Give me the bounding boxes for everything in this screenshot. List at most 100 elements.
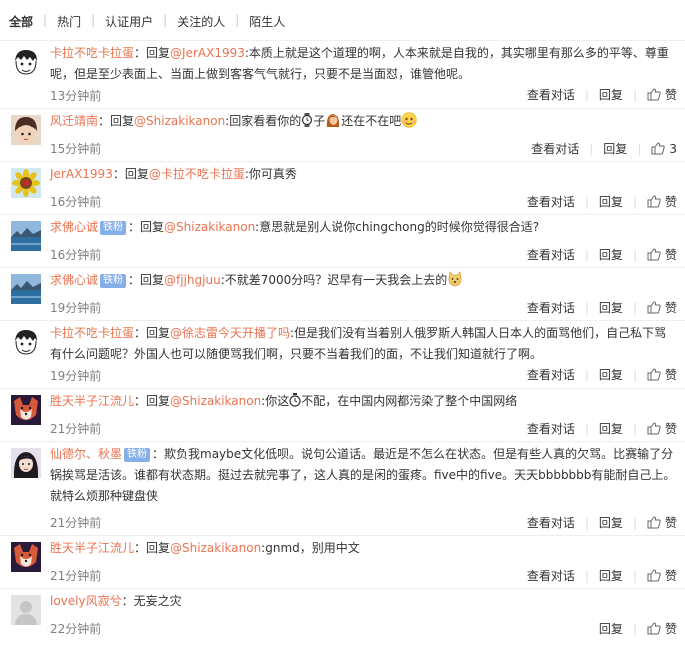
- comment-time: 19分钟前: [50, 369, 102, 383]
- thumbs-up-icon: [647, 195, 661, 208]
- view-conversation-link[interactable]: 查看对话: [527, 193, 575, 210]
- view-conversation-link[interactable]: 查看对话: [527, 86, 575, 103]
- reply-button[interactable]: 回复: [599, 193, 623, 210]
- comment-author[interactable]: 求佛心诚: [50, 273, 98, 287]
- like-button[interactable]: 赞: [647, 246, 677, 263]
- tab-strangers[interactable]: 陌生人: [249, 13, 285, 30]
- avatar[interactable]: [11, 542, 41, 572]
- action-divider: |: [584, 568, 589, 583]
- reply-button[interactable]: 回复: [599, 514, 623, 531]
- comment-time: 13分钟前: [50, 89, 102, 103]
- thumbs-up-icon: [647, 368, 661, 381]
- view-conversation-link[interactable]: 查看对话: [527, 420, 575, 437]
- mention-link[interactable]: @Shizakikanon: [134, 114, 225, 128]
- iron-fan-badge: 铁粉: [100, 221, 127, 235]
- view-conversation-link[interactable]: 查看对话: [527, 246, 575, 263]
- like-button[interactable]: 赞: [647, 193, 677, 210]
- reply-prefix: ：回复: [134, 541, 171, 555]
- like-button[interactable]: 赞: [647, 420, 677, 437]
- avatar[interactable]: [11, 168, 41, 198]
- reply-button[interactable]: 回复: [599, 86, 623, 103]
- action-divider: |: [637, 141, 642, 156]
- tab-divider: |: [91, 13, 96, 27]
- mention-link[interactable]: @Shizakikanon: [164, 220, 255, 234]
- comment-author[interactable]: 卡拉不吃卡拉蛋: [50, 46, 134, 60]
- comment-body: 还在不在吧: [341, 114, 402, 128]
- comment-author[interactable]: 风迁靖南: [50, 114, 98, 128]
- reply-button[interactable]: 回复: [599, 299, 623, 316]
- tab-following[interactable]: 关注的人: [177, 13, 225, 30]
- view-conversation-link[interactable]: 查看对话: [527, 514, 575, 531]
- comment-filter-tabs: 全部 | 热门 | 认证用户 | 关注的人 | 陌生人: [0, 0, 685, 40]
- reply-button[interactable]: 回复: [599, 620, 623, 637]
- action-divider: |: [584, 421, 589, 436]
- tab-verified-users[interactable]: 认证用户: [105, 13, 153, 30]
- like-button[interactable]: 赞: [647, 299, 677, 316]
- comment-author[interactable]: 胜天半子江流儿: [50, 541, 134, 555]
- reply-prefix: ：回复: [134, 394, 171, 408]
- comment-list: 卡拉不吃卡拉蛋：回复@JerAX1993:本质上就是这个道理的啊，人本来就是自我…: [0, 40, 685, 640]
- comment-author[interactable]: 卡拉不吃卡拉蛋: [50, 326, 134, 340]
- avatar[interactable]: [11, 47, 41, 77]
- action-divider: |: [584, 300, 589, 315]
- view-conversation-link[interactable]: 查看对话: [527, 299, 575, 316]
- action-divider: |: [632, 515, 637, 530]
- view-conversation-link[interactable]: 查看对话: [527, 567, 575, 584]
- view-conversation-link[interactable]: 查看对话: [531, 140, 579, 157]
- like-button[interactable]: 赞: [647, 620, 677, 637]
- tab-hot[interactable]: 热门: [57, 13, 81, 30]
- reply-prefix: ：回复: [128, 220, 165, 234]
- comment-time: 15分钟前: [50, 142, 102, 156]
- comment-body: :你这: [261, 394, 290, 408]
- comment-author[interactable]: 仙德尔、秋墨: [50, 447, 122, 461]
- comment-actions: 回复 | 赞: [599, 620, 677, 637]
- comment-actions: 查看对话 | 回复 | 3: [531, 140, 677, 157]
- action-divider: |: [632, 87, 637, 102]
- reply-button[interactable]: 回复: [603, 140, 627, 157]
- thumbs-up-icon: [647, 516, 661, 529]
- mention-link[interactable]: @fjjhgjuu: [164, 273, 221, 287]
- reply-button[interactable]: 回复: [599, 366, 623, 383]
- doge-emoji-icon: [448, 271, 462, 287]
- avatar[interactable]: [11, 221, 41, 251]
- mention-link[interactable]: @Shizakikanon: [170, 394, 261, 408]
- avatar[interactable]: [11, 327, 41, 357]
- action-divider: |: [584, 247, 589, 262]
- like-button[interactable]: 3: [651, 141, 677, 156]
- reply-button[interactable]: 回复: [599, 246, 623, 263]
- reply-button[interactable]: 回复: [599, 420, 623, 437]
- view-conversation-link[interactable]: 查看对话: [527, 366, 575, 383]
- comment-time: 16分钟前: [50, 248, 102, 262]
- tab-divider: |: [235, 13, 240, 27]
- comment-text: 仙德尔、秋墨 铁粉 ：欺负我maybe文化低呗。说句公道话。最近是不怎么在状态。但是…: [50, 444, 677, 507]
- mention-link[interactable]: @Shizakikanon: [170, 541, 261, 555]
- comment-item: lovely风寂兮：无妄之灾 22分钟前 回复 | 赞: [0, 588, 685, 640]
- avatar[interactable]: [11, 274, 41, 304]
- action-divider: |: [584, 194, 589, 209]
- mention-link[interactable]: @JerAX1993: [170, 46, 245, 60]
- comment-author[interactable]: 求佛心诚: [50, 220, 98, 234]
- avatar[interactable]: [11, 395, 41, 425]
- comment-item: 卡拉不吃卡拉蛋：回复@JerAX1993:本质上就是这个道理的啊，人本来就是自我…: [0, 40, 685, 108]
- comment-actions: 查看对话 | 回复 | 赞: [527, 299, 677, 316]
- avatar[interactable]: [11, 595, 41, 625]
- comment-item: 求佛心诚 铁粉 ：回复@Shizakikanon:意思就是别人说你chingchon…: [0, 214, 685, 267]
- avatar[interactable]: [11, 115, 41, 145]
- like-button[interactable]: 赞: [647, 86, 677, 103]
- comment-item: 仙德尔、秋墨 铁粉 ：欺负我maybe文化低呗。说句公道话。最近是不怎么在状态。但是…: [0, 441, 685, 535]
- comment-author[interactable]: 胜天半子江流儿: [50, 394, 134, 408]
- like-button[interactable]: 赞: [647, 567, 677, 584]
- reply-button[interactable]: 回复: [599, 567, 623, 584]
- comment-text: lovely风寂兮：无妄之灾: [50, 591, 677, 612]
- comment-author[interactable]: JerAX1993: [50, 167, 113, 181]
- thumbs-up-icon: [651, 142, 666, 155]
- tab-all[interactable]: 全部: [9, 13, 33, 30]
- mention-link[interactable]: @卡拉不吃卡拉蛋: [149, 167, 245, 181]
- mention-link[interactable]: @徐志雷今天开播了吗: [170, 326, 290, 340]
- comment-actions: 查看对话 | 回复 | 赞: [527, 366, 677, 383]
- comment-author[interactable]: lovely风寂兮: [50, 594, 122, 608]
- like-button[interactable]: 赞: [647, 366, 677, 383]
- comment-text: 胜天半子江流儿：回复@Shizakikanon:你这 不配，在中国内网都污染了整个…: [50, 391, 677, 412]
- avatar[interactable]: [11, 448, 41, 478]
- like-button[interactable]: 赞: [647, 514, 677, 531]
